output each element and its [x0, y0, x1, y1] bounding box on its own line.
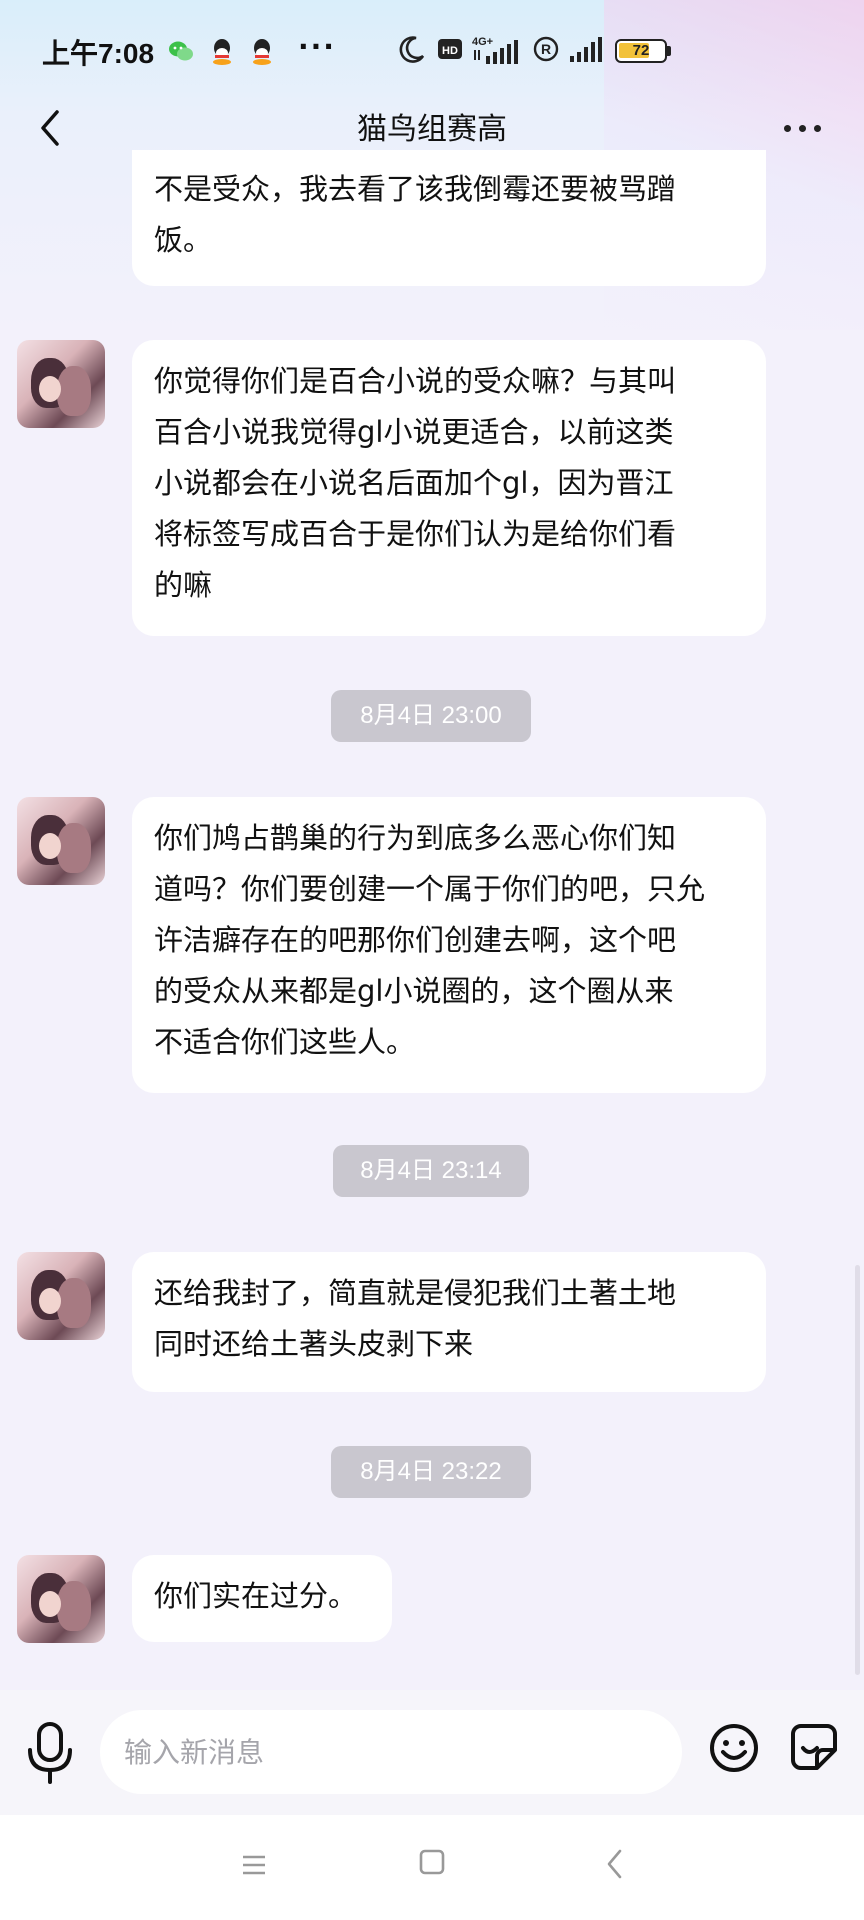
message-input[interactable] — [100, 1710, 682, 1794]
home-square-icon — [419, 1849, 445, 1875]
emoji-button[interactable] — [708, 1722, 760, 1774]
voice-button[interactable] — [24, 1720, 76, 1786]
hd-icon: HD — [436, 34, 464, 66]
more-horizontal-icon — [783, 124, 791, 132]
signal-icon: 4G+ — [470, 34, 522, 66]
message-line: 小说都会在小说名后面加个gl，因为晋江 — [154, 466, 674, 500]
microphone-icon — [28, 1722, 72, 1784]
message-bubble[interactable]: 你们实在过分。 — [132, 1555, 392, 1642]
message-line: 的受众从来都是gl小说圈的，这个圈从来 — [154, 974, 674, 1008]
wechat-icon — [168, 38, 193, 64]
status-time: 上午7:08 — [42, 38, 155, 69]
battery-level: 72 — [632, 42, 650, 59]
message-line: 同时还给土著头皮剥下来 — [154, 1327, 474, 1361]
page-title: 猫鸟组赛高 — [357, 112, 507, 147]
sticker-button[interactable] — [789, 1722, 839, 1772]
menu-icon — [243, 1855, 265, 1875]
status-bar: 上午7:08 ··· HD 4G+ R 72 — [0, 0, 864, 100]
signal-icon — [568, 34, 604, 66]
sticker-icon — [791, 1724, 837, 1770]
svg-text:R: R — [541, 41, 551, 57]
message-line: 道吗？你们要创建一个属于你们的吧，只允 — [154, 872, 706, 906]
timestamp-chip: 8月4日 23:00 — [331, 690, 531, 742]
avatar[interactable] — [17, 1252, 105, 1340]
more-notifications-icon: ··· — [298, 30, 336, 63]
message-bubble[interactable]: 不是受众，我去看了该我倒霉还要被骂蹭 饭。 — [132, 150, 766, 286]
avatar[interactable] — [17, 1555, 105, 1643]
timestamp-chip: 8月4日 23:14 — [333, 1145, 529, 1197]
message-line: 百合小说我觉得gl小说更适合，以前这类 — [154, 415, 674, 449]
r-icon: R — [532, 34, 560, 66]
message-bubble[interactable]: 你们鸠占鹊巢的行为到底多么恶心你们知 道吗？你们要创建一个属于你们的吧，只允 许… — [132, 797, 766, 1093]
message-line: 不适合你们这些人。 — [154, 1025, 416, 1059]
qq-icon — [250, 38, 274, 65]
timestamp-chip: 8月4日 23:22 — [331, 1446, 531, 1498]
home-button[interactable] — [418, 1848, 446, 1876]
avatar[interactable] — [17, 340, 105, 428]
moon-icon — [398, 34, 426, 66]
message-bubble[interactable]: 还给我封了，简直就是侵犯我们土著土地 同时还给土著头皮剥下来 — [132, 1252, 766, 1392]
input-bar — [0, 1690, 864, 1815]
message-line: 你们鸠占鹊巢的行为到底多么恶心你们知 — [154, 821, 677, 855]
battery-icon: 72 — [615, 39, 667, 63]
avatar[interactable] — [17, 797, 105, 885]
scrollbar[interactable] — [855, 1265, 860, 1675]
message-line: 你们实在过分。 — [154, 1579, 358, 1613]
message-line: 的嘛 — [154, 568, 213, 602]
back-chevron-icon — [607, 1849, 622, 1879]
chat-message-list[interactable]: 不是受众，我去看了该我倒霉还要被骂蹭 饭。 你觉得你们是百合小说的受众嘛？与其叫… — [0, 0, 864, 1690]
message-line: 还给我封了，简直就是侵犯我们土著土地 — [154, 1276, 677, 1310]
qq-icon — [210, 38, 234, 65]
system-back-button[interactable] — [604, 1847, 626, 1881]
emoji-icon — [710, 1724, 758, 1772]
message-bubble[interactable]: 你觉得你们是百合小说的受众嘛？与其叫 百合小说我觉得gl小说更适合，以前这类 小… — [132, 340, 766, 636]
message-line: 你觉得你们是百合小说的受众嘛？与其叫 — [154, 364, 677, 398]
message-line: 许洁癖存在的吧那你们创建去啊，这个吧 — [154, 923, 677, 957]
network-type: 4G+ — [472, 36, 493, 48]
message-line: 将标签写成百合于是你们认为是给你们看 — [154, 517, 677, 551]
svg-text:HD: HD — [442, 45, 458, 57]
message-line: 不是受众，我去看了该我倒霉还要被骂蹭 — [154, 172, 677, 206]
more-button[interactable] — [774, 106, 830, 150]
system-nav-bar — [0, 1815, 864, 1920]
menu-button[interactable] — [239, 1850, 269, 1880]
chat-header: 猫鸟组赛高 — [0, 90, 864, 170]
message-line: 饭。 — [154, 223, 213, 257]
